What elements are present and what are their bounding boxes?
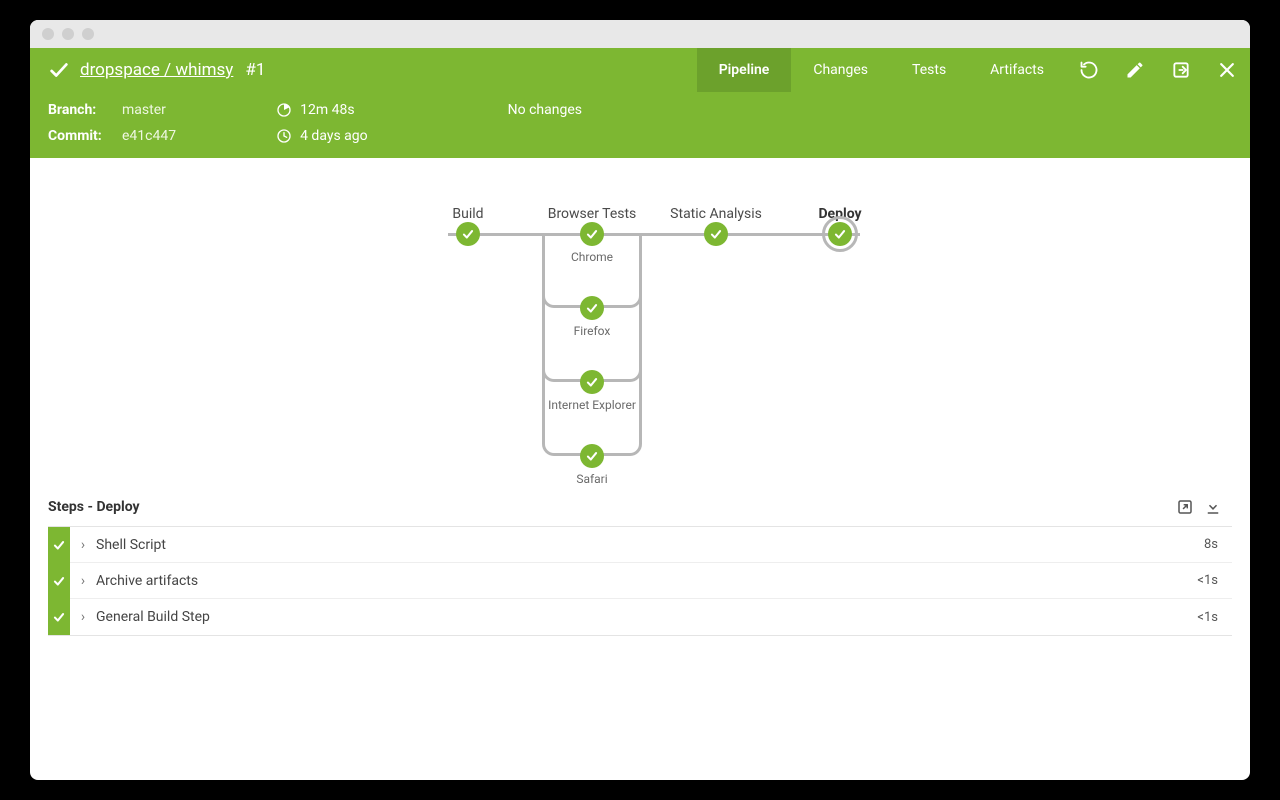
parallel-label-firefox: Firefox	[574, 324, 611, 338]
step-row[interactable]: › Shell Script 8s	[48, 527, 1232, 563]
age-value: 4 days ago	[300, 128, 368, 144]
parallel-node-firefox[interactable]	[580, 296, 604, 320]
chevron-right-icon: ›	[70, 537, 96, 553]
parallel-label-safari: Safari	[576, 472, 607, 486]
run-number: #1	[245, 60, 265, 80]
close-button[interactable]	[1204, 48, 1250, 92]
edit-button[interactable]	[1112, 48, 1158, 92]
check-icon	[585, 227, 599, 241]
commit-value[interactable]: e41c447	[122, 128, 176, 144]
parallel-node-ie[interactable]	[580, 370, 604, 394]
header-tabs: Pipeline Changes Tests Artifacts	[697, 48, 1250, 92]
parallel-label-chrome: Chrome	[571, 250, 613, 264]
tab-label: Tests	[912, 62, 946, 78]
step-row[interactable]: › General Build Step <1s	[48, 599, 1232, 635]
tab-tests[interactable]: Tests	[890, 48, 968, 92]
window-min-dot[interactable]	[62, 28, 74, 40]
pipeline-graph: Build Browser Tests Static Analysis Depl…	[30, 158, 1250, 498]
check-icon	[833, 227, 847, 241]
parallel-node-safari[interactable]	[580, 444, 604, 468]
steps-list: › Shell Script 8s › Archive artifacts <1…	[48, 526, 1232, 636]
branch-label: Branch:	[48, 102, 114, 118]
chevron-right-icon: ›	[70, 573, 96, 589]
parallel-branch-box	[542, 234, 642, 456]
check-icon	[585, 301, 599, 315]
step-duration: <1s	[1197, 610, 1232, 625]
pipeline-connector	[448, 233, 860, 236]
step-status-icon	[48, 563, 70, 599]
step-row[interactable]: › Archive artifacts <1s	[48, 563, 1232, 599]
run-header: dropspace / whimsy #1 Pipeline Changes T…	[30, 48, 1250, 92]
duration-icon	[276, 102, 292, 118]
open-log-button[interactable]	[1176, 498, 1204, 516]
rerun-button[interactable]	[1066, 48, 1112, 92]
clock-icon	[276, 128, 292, 144]
step-name: Shell Script	[96, 537, 1204, 553]
branch-value: master	[122, 102, 166, 118]
tab-label: Changes	[813, 62, 868, 78]
step-duration: 8s	[1204, 537, 1232, 552]
tab-pipeline[interactable]: Pipeline	[697, 48, 792, 92]
chevron-right-icon: ›	[70, 609, 96, 625]
window-close-dot[interactable]	[42, 28, 54, 40]
open-external-button[interactable]	[1158, 48, 1204, 92]
status-check-icon	[48, 59, 70, 81]
window-titlebar	[30, 20, 1250, 48]
stage-label-static-analysis: Static Analysis	[670, 206, 762, 222]
check-icon	[709, 227, 723, 241]
tab-artifacts[interactable]: Artifacts	[968, 48, 1066, 92]
tab-label: Artifacts	[990, 62, 1044, 78]
check-icon	[585, 375, 599, 389]
stage-label-build: Build	[452, 206, 483, 222]
parallel-node-chrome[interactable]	[580, 222, 604, 246]
stage-label-browser-tests: Browser Tests	[548, 206, 637, 222]
stage-node-static-analysis[interactable]	[704, 222, 728, 246]
download-button[interactable]	[1204, 498, 1232, 516]
tab-changes[interactable]: Changes	[791, 48, 890, 92]
stage-node-deploy[interactable]	[828, 222, 852, 246]
project-breadcrumb[interactable]: dropspace / whimsy	[80, 60, 233, 80]
check-icon	[461, 227, 475, 241]
run-subheader: Branch: master Commit: e41c447 12m 48s 4 d…	[30, 92, 1250, 158]
duration-value: 12m 48s	[300, 102, 354, 118]
commit-label: Commit:	[48, 128, 114, 144]
step-status-icon	[48, 527, 70, 563]
tab-label: Pipeline	[719, 62, 770, 78]
app-window: dropspace / whimsy #1 Pipeline Changes T…	[30, 20, 1250, 780]
step-duration: <1s	[1197, 573, 1232, 588]
changes-value: No changes	[508, 102, 582, 118]
steps-panel: Steps - Deploy › Shell Script 8s › Archi…	[30, 498, 1250, 656]
stage-node-build[interactable]	[456, 222, 480, 246]
steps-title: Steps - Deploy	[48, 499, 140, 515]
window-max-dot[interactable]	[82, 28, 94, 40]
step-status-icon	[48, 599, 70, 635]
step-name: Archive artifacts	[96, 573, 1197, 589]
parallel-label-ie: Internet Explorer	[548, 398, 636, 412]
check-icon	[585, 449, 599, 463]
step-name: General Build Step	[96, 609, 1197, 625]
